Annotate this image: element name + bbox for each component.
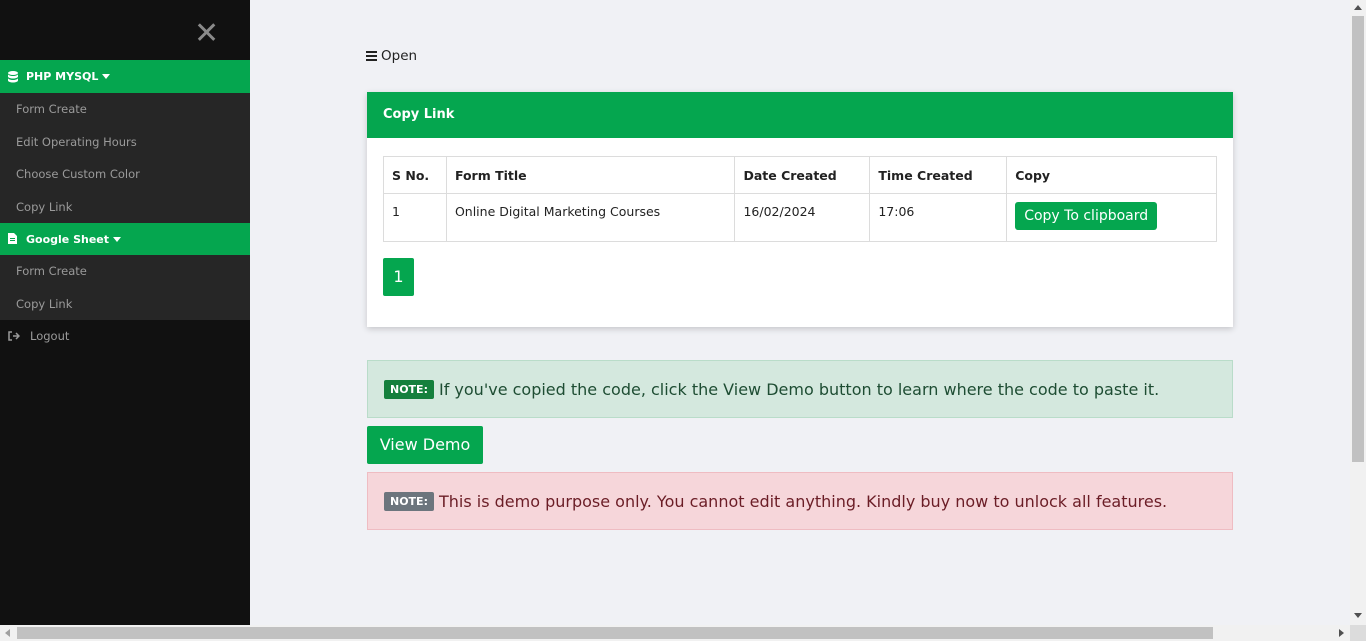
copy-link-card: Copy Link S No. Form Title Date Created … xyxy=(367,92,1233,327)
note-badge: NOTE: xyxy=(384,379,434,399)
submenu-php-mysql: Form Create Edit Operating Hours Choose … xyxy=(0,93,250,223)
sidebar-item-copy-link[interactable]: Copy Link xyxy=(0,288,250,321)
horizontal-scroll-thumb[interactable] xyxy=(17,627,1213,639)
column-header: Form Title xyxy=(445,156,736,194)
scroll-up-arrow-icon[interactable] xyxy=(1354,5,1362,10)
section-title: Google Sheet xyxy=(26,232,110,246)
table-header-row: S No. Form Title Date Created Time Creat… xyxy=(383,156,1217,194)
scrollbar-corner xyxy=(1350,625,1366,641)
open-sidebar-toggle[interactable]: Open xyxy=(366,48,417,64)
scroll-right-arrow-icon[interactable] xyxy=(1339,629,1344,637)
logout-label: Logout xyxy=(30,329,70,343)
sidebar-section-google-sheet[interactable]: Google Sheet xyxy=(0,223,250,255)
scroll-down-arrow-icon[interactable] xyxy=(1354,613,1362,618)
cell-date-created: 16/02/2024 xyxy=(734,193,871,242)
forms-table: S No. Form Title Date Created Time Creat… xyxy=(383,156,1217,242)
caret-down-icon xyxy=(102,74,111,79)
sidebar-item-edit-operating-hours[interactable]: Edit Operating Hours xyxy=(0,126,250,159)
alert-text: This is demo purpose only. You cannot ed… xyxy=(438,491,1168,511)
alert-text: If you've copied the code, click the Vie… xyxy=(438,379,1160,399)
column-header: Copy xyxy=(1006,156,1217,194)
sidebar-item-choose-custom-color[interactable]: Choose Custom Color xyxy=(0,158,250,191)
open-label: Open xyxy=(381,48,418,64)
cell-form-title: Online Digital Marketing Courses xyxy=(445,193,736,242)
sidebar: ✕ PHP MYSQL Form Create Edit Operating H… xyxy=(0,0,250,625)
column-header: Time Created xyxy=(869,156,1008,194)
column-header: S No. xyxy=(383,156,447,194)
sidebar-section-php-mysql[interactable]: PHP MYSQL xyxy=(0,60,250,93)
sidebar-item-form-create[interactable]: Form Create xyxy=(0,93,250,126)
database-icon xyxy=(8,70,18,83)
sidebar-item-form-create[interactable]: Form Create xyxy=(0,255,250,288)
submenu-google-sheet: Form Create Copy Link xyxy=(0,255,250,320)
note-badge: NOTE: xyxy=(384,491,434,511)
cell-time-created: 17:06 xyxy=(869,193,1008,242)
view-demo-button[interactable]: View Demo xyxy=(367,426,483,464)
cell-copy: Copy To clipboard xyxy=(1006,193,1217,242)
caret-down-icon xyxy=(113,236,122,242)
horizontal-scrollbar[interactable] xyxy=(0,625,1350,641)
column-header: Date Created xyxy=(734,156,871,194)
pagination-page-button[interactable]: 1 xyxy=(383,258,414,296)
hamburger-icon xyxy=(366,51,377,61)
file-icon xyxy=(8,233,18,245)
demo-warning-alert: NOTE: This is demo purpose only. You can… xyxy=(367,472,1233,530)
table-row: 1 Online Digital Marketing Courses 16/02… xyxy=(383,193,1217,242)
logout-link[interactable]: Logout xyxy=(0,320,250,352)
section-title: PHP MYSQL xyxy=(26,70,99,83)
card-title: Copy Link xyxy=(367,92,1233,138)
sidebar-item-copy-link[interactable]: Copy Link xyxy=(0,191,250,224)
copy-to-clipboard-button[interactable]: Copy To clipboard xyxy=(1015,202,1158,230)
vertical-scroll-thumb[interactable] xyxy=(1352,16,1364,462)
close-sidebar-icon[interactable]: ✕ xyxy=(194,19,219,49)
vertical-scrollbar[interactable] xyxy=(1350,0,1366,625)
sign-out-icon xyxy=(8,331,20,341)
cell-sno: 1 xyxy=(383,193,447,242)
scroll-left-arrow-icon[interactable] xyxy=(5,629,10,637)
info-alert: NOTE: If you've copied the code, click t… xyxy=(367,360,1233,418)
